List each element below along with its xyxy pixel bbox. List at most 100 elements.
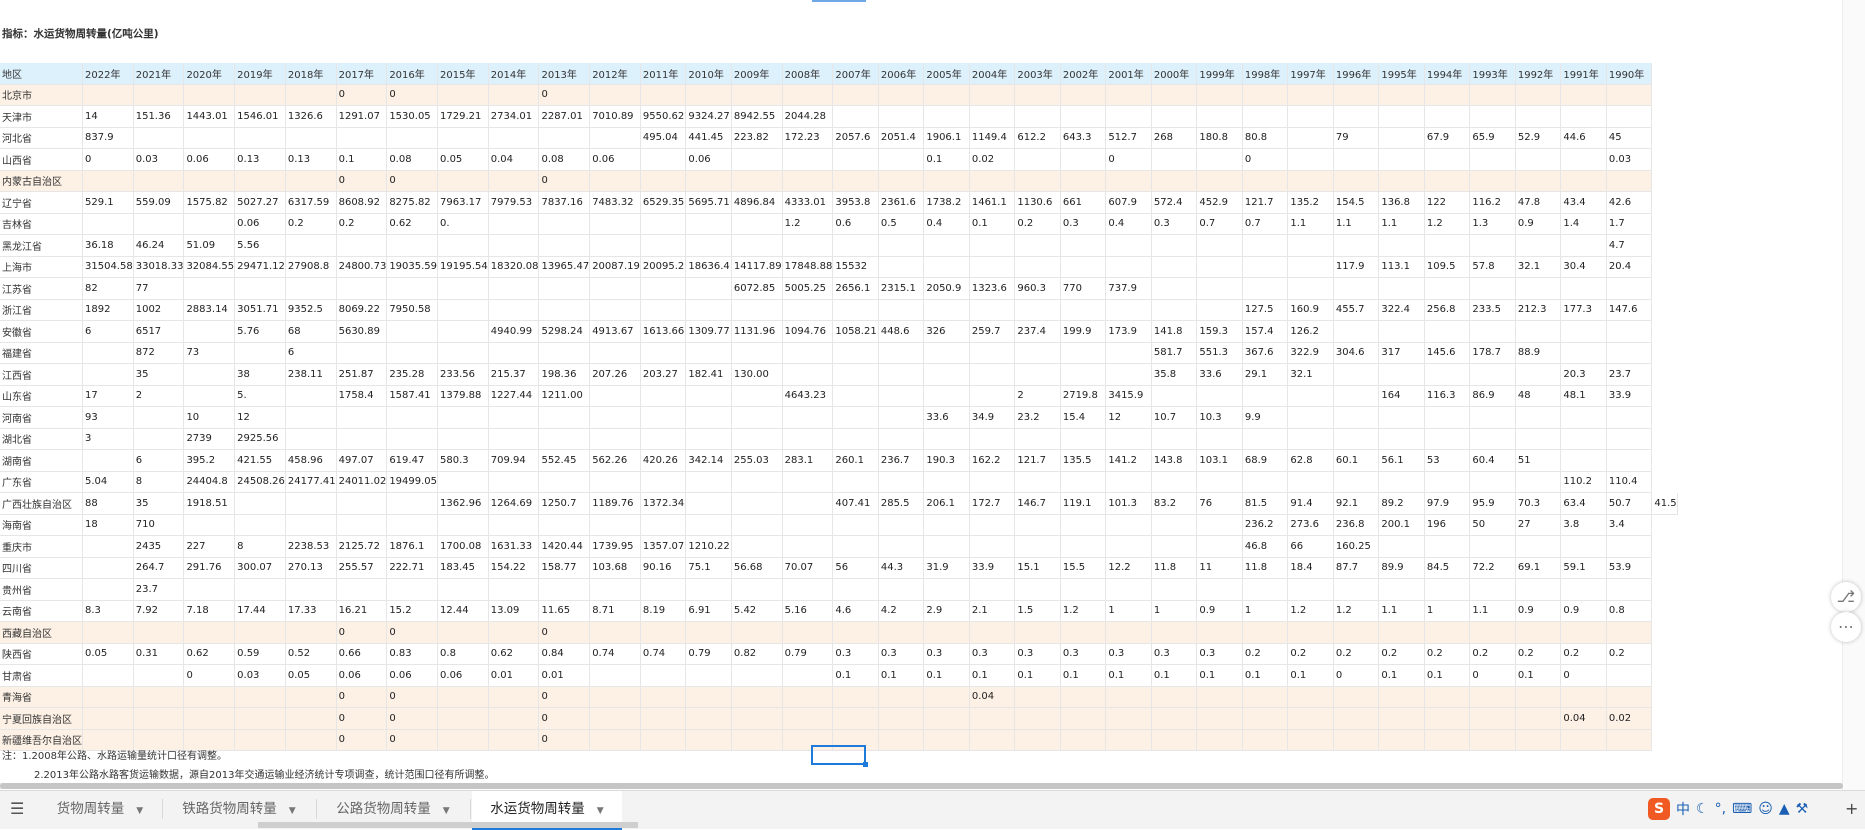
value-cell[interactable]: 1.4 bbox=[1560, 213, 1607, 235]
value-cell[interactable]: 11 bbox=[1196, 557, 1243, 579]
region-cell[interactable]: 天津市 bbox=[0, 105, 83, 128]
value-cell[interactable] bbox=[640, 428, 687, 450]
value-cell[interactable]: 1729.21 bbox=[437, 105, 489, 128]
value-cell[interactable] bbox=[782, 621, 834, 644]
value-cell[interactable]: 1.2 bbox=[1287, 600, 1334, 622]
value-cell[interactable] bbox=[640, 342, 687, 364]
value-cell[interactable]: 157.4 bbox=[1242, 320, 1289, 343]
value-cell[interactable] bbox=[1242, 686, 1289, 708]
value-cell[interactable]: 0.31 bbox=[133, 643, 185, 665]
region-cell[interactable]: 河北省 bbox=[0, 127, 83, 149]
value-cell[interactable] bbox=[1105, 514, 1152, 536]
value-cell[interactable] bbox=[640, 299, 687, 321]
value-cell[interactable] bbox=[1196, 105, 1243, 128]
value-cell[interactable]: 3.8 bbox=[1560, 514, 1607, 536]
value-cell[interactable] bbox=[969, 256, 1016, 278]
value-cell[interactable]: 31504.58 bbox=[82, 256, 134, 278]
value-cell[interactable] bbox=[1196, 234, 1243, 257]
header-year[interactable]: 2014年 bbox=[488, 63, 540, 85]
value-cell[interactable] bbox=[782, 471, 834, 493]
region-cell[interactable]: 重庆市 bbox=[0, 535, 83, 558]
value-cell[interactable]: 130.00 bbox=[731, 363, 783, 386]
value-cell[interactable] bbox=[1606, 686, 1653, 708]
value-cell[interactable] bbox=[1287, 707, 1334, 730]
value-cell[interactable] bbox=[234, 170, 286, 192]
value-cell[interactable]: 0.62 bbox=[488, 643, 540, 665]
value-cell[interactable]: 236.7 bbox=[878, 449, 925, 472]
value-cell[interactable]: 1461.1 bbox=[969, 191, 1016, 214]
value-cell[interactable] bbox=[285, 234, 337, 257]
header-year[interactable]: 1999年 bbox=[1196, 63, 1243, 85]
value-cell[interactable]: 0.1 bbox=[336, 148, 388, 171]
value-cell[interactable] bbox=[832, 105, 879, 128]
value-cell[interactable] bbox=[731, 535, 783, 558]
header-year[interactable]: 1991年 bbox=[1560, 63, 1607, 85]
tab-scroll-strip[interactable] bbox=[258, 822, 638, 828]
value-cell[interactable]: 420.26 bbox=[640, 449, 687, 472]
value-cell[interactable]: 93 bbox=[82, 406, 134, 429]
value-cell[interactable]: 0.6 bbox=[832, 213, 879, 235]
value-cell[interactable]: 35 bbox=[133, 492, 185, 515]
value-cell[interactable] bbox=[685, 428, 732, 450]
value-cell[interactable] bbox=[1333, 471, 1380, 493]
value-cell[interactable]: 12 bbox=[1105, 406, 1152, 429]
value-cell[interactable]: 3.4 bbox=[1606, 514, 1653, 536]
value-cell[interactable]: 0 bbox=[386, 84, 439, 106]
value-cell[interactable] bbox=[832, 148, 879, 171]
more-icon[interactable]: ⋯ bbox=[1831, 612, 1861, 642]
value-cell[interactable]: 62.8 bbox=[1287, 449, 1334, 472]
value-cell[interactable]: 5027.27 bbox=[234, 191, 286, 214]
value-cell[interactable] bbox=[1151, 471, 1198, 493]
value-cell[interactable] bbox=[923, 535, 970, 558]
value-cell[interactable]: 1443.01 bbox=[183, 105, 236, 128]
value-cell[interactable]: 72.2 bbox=[1469, 557, 1516, 579]
value-cell[interactable] bbox=[538, 514, 591, 536]
value-cell[interactable] bbox=[1242, 170, 1289, 192]
value-cell[interactable]: 73 bbox=[183, 342, 236, 364]
value-cell[interactable] bbox=[1196, 514, 1243, 536]
value-cell[interactable]: 1309.77 bbox=[685, 320, 732, 343]
value-cell[interactable]: 207.26 bbox=[589, 363, 641, 386]
value-cell[interactable]: 0 bbox=[183, 664, 236, 687]
region-cell[interactable]: 四川省 bbox=[0, 557, 83, 579]
value-cell[interactable]: 1326.6 bbox=[285, 105, 337, 128]
value-cell[interactable]: 709.94 bbox=[488, 449, 540, 472]
value-cell[interactable] bbox=[685, 385, 732, 407]
value-cell[interactable]: 5.56 bbox=[234, 234, 286, 257]
value-cell[interactable] bbox=[1560, 320, 1607, 343]
value-cell[interactable]: 109.5 bbox=[1424, 256, 1471, 278]
value-cell[interactable] bbox=[1333, 686, 1380, 708]
value-cell[interactable]: 0.03 bbox=[234, 664, 286, 687]
value-cell[interactable] bbox=[685, 729, 732, 751]
value-cell[interactable] bbox=[1105, 471, 1152, 493]
value-cell[interactable]: 56.1 bbox=[1378, 449, 1425, 472]
value-cell[interactable] bbox=[488, 342, 540, 364]
value-cell[interactable] bbox=[437, 170, 489, 192]
value-cell[interactable] bbox=[82, 557, 134, 579]
value-cell[interactable]: 259.7 bbox=[969, 320, 1016, 343]
sogou-logo-icon[interactable]: S bbox=[1648, 798, 1670, 820]
value-cell[interactable] bbox=[832, 406, 879, 429]
value-cell[interactable] bbox=[782, 406, 834, 429]
value-cell[interactable] bbox=[1151, 277, 1198, 300]
value-cell[interactable] bbox=[133, 406, 185, 429]
value-cell[interactable]: 1876.1 bbox=[386, 535, 439, 558]
value-cell[interactable]: 48 bbox=[1515, 385, 1562, 407]
value-cell[interactable]: 8608.92 bbox=[336, 191, 388, 214]
value-cell[interactable] bbox=[1560, 535, 1607, 558]
value-cell[interactable]: 17 bbox=[82, 385, 134, 407]
value-cell[interactable]: 121.7 bbox=[1014, 449, 1061, 472]
value-cell[interactable]: 0.3 bbox=[832, 643, 879, 665]
value-cell[interactable] bbox=[1424, 148, 1471, 171]
value-cell[interactable] bbox=[488, 170, 540, 192]
punctuation-icon[interactable]: °, bbox=[1715, 801, 1726, 817]
value-cell[interactable] bbox=[285, 707, 337, 730]
value-cell[interactable] bbox=[969, 363, 1016, 386]
value-cell[interactable] bbox=[437, 277, 489, 300]
value-cell[interactable]: 0.04 bbox=[1560, 707, 1607, 730]
value-cell[interactable] bbox=[731, 342, 783, 364]
value-cell[interactable]: 1.2 bbox=[1424, 213, 1471, 235]
value-cell[interactable] bbox=[1378, 578, 1425, 601]
value-cell[interactable]: 135.2 bbox=[1287, 191, 1334, 214]
value-cell[interactable]: 1575.82 bbox=[183, 191, 236, 214]
